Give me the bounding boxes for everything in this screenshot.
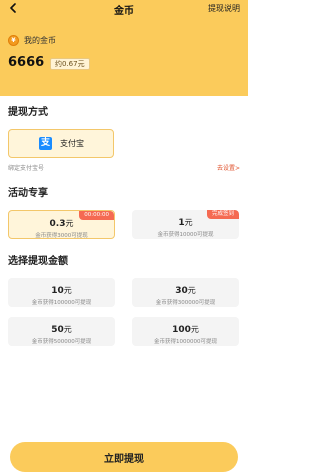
- withdraw-help-link[interactable]: 提现说明: [208, 3, 240, 14]
- goto-setting-link[interactable]: 去设置>: [217, 163, 240, 172]
- withdraw-method-title: 提现方式: [8, 107, 48, 118]
- select-amount-title: 选择提现金额: [8, 256, 68, 267]
- card-amount: 0.3元: [49, 219, 74, 229]
- card-desc: 金币获得100000可提现: [31, 300, 92, 306]
- alipay-option[interactable]: 支 支付宝: [8, 129, 114, 158]
- activity-title: 活动专享: [8, 188, 48, 199]
- alipay-icon: 支: [39, 137, 52, 150]
- amount-card-30[interactable]: 30元 金币获得300000可提现: [132, 278, 239, 307]
- coin-icon: ¥: [8, 35, 19, 46]
- card-desc: 金币获得3000可提现: [35, 233, 88, 239]
- card-amount: 50元: [51, 325, 72, 335]
- withdraw-now-button[interactable]: 立即提现: [10, 442, 238, 472]
- alipay-label: 支付宝: [60, 139, 84, 148]
- amount-card-50[interactable]: 50元 金币获得500000可提现: [8, 317, 115, 346]
- activity-card-0[interactable]: 00:00:00 0.3元 金币获得3000可提现: [8, 210, 115, 239]
- amount-card-10[interactable]: 10元 金币获得100000可提现: [8, 278, 115, 307]
- card-desc: 金币获得1000000可提现: [154, 339, 217, 345]
- card-amount: 1元: [178, 218, 193, 228]
- coin-label-row: ¥ 我的金币: [8, 35, 56, 46]
- card-amount: 30元: [175, 286, 196, 296]
- amount-card-100[interactable]: 100元 金币获得1000000可提现: [132, 317, 239, 346]
- coin-count: 6666: [8, 55, 45, 70]
- card-amount: 10元: [51, 286, 72, 296]
- card-desc: 金币获得500000可提现: [31, 339, 92, 345]
- card-amount: 100元: [172, 325, 199, 335]
- coin-label: 我的金币: [24, 36, 56, 45]
- coin-approx-badge: 约0.67元: [50, 58, 90, 70]
- card-desc: 金币获得10000可提现: [157, 232, 214, 238]
- card-desc: 金币获得300000可提现: [155, 300, 216, 306]
- activity-card-1[interactable]: 完成签到 1元 金币获得10000可提现: [132, 210, 239, 239]
- header-banner: 金币 提现说明 ¥ 我的金币 6666 约0.67元: [0, 0, 248, 96]
- bound-alipay-note: 绑定支付宝号: [8, 165, 45, 172]
- top-bar: 金币 提现说明: [0, 0, 248, 18]
